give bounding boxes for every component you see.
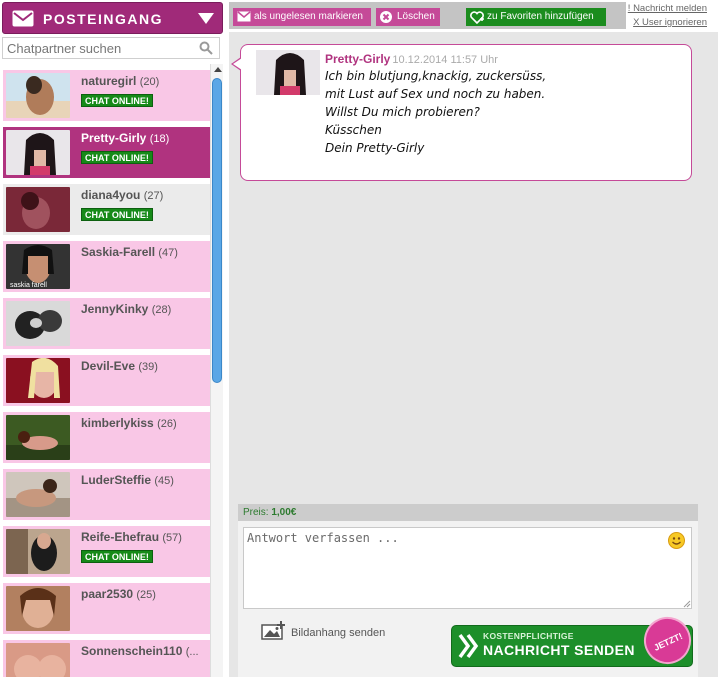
reply-textarea[interactable]	[243, 527, 692, 609]
envelope-icon	[237, 11, 251, 22]
mark-unread-label: als ungelesen markieren	[254, 11, 363, 22]
message-line: mit Lust auf Sex und noch zu haben.	[325, 87, 546, 101]
contact-name: JennyKinky (28)	[81, 302, 172, 316]
price-value: 1,00€	[271, 507, 297, 518]
online-badge: CHAT ONLINE!	[81, 208, 153, 221]
message-text: Ich bin blutjung,knackig, zuckersüss, mi…	[325, 67, 685, 157]
online-badge: CHAT ONLINE!	[81, 151, 153, 164]
contact-item[interactable]: LuderSteffie (45)	[3, 469, 210, 523]
contact-name: Pretty-Girly (18)	[81, 131, 170, 145]
contact-photo	[6, 358, 70, 403]
contact-name: Sonnenschein110 (...	[81, 644, 199, 658]
contact-item[interactable]: saskia farell Saskia-Farell (47)	[3, 241, 210, 295]
message-line: Küsschen	[325, 123, 382, 137]
smiley-icon[interactable]	[668, 532, 685, 549]
contact-photo	[6, 586, 70, 631]
contact-item[interactable]: diana4you (27) CHAT ONLINE!	[3, 184, 210, 238]
message-line: Ich bin blutjung,knackig, zuckersüss,	[325, 69, 547, 83]
chevron-down-icon[interactable]	[198, 13, 214, 24]
message-line: Willst Du mich probieren?	[325, 105, 480, 119]
inbox-header[interactable]: POSTEINGANG	[2, 2, 223, 34]
contact-name: kimberlykiss (26)	[81, 416, 177, 430]
inbox-title: POSTEINGANG	[43, 11, 163, 27]
contact-item[interactable]: Devil-Eve (39)	[3, 355, 210, 409]
contact-name: diana4you (27)	[81, 188, 164, 202]
bubble-tail-inner	[233, 58, 242, 70]
scrollbar-thumb[interactable]	[212, 78, 222, 383]
contact-name: naturegirl (20)	[81, 74, 160, 88]
contact-photo	[6, 73, 70, 118]
contact-photo	[6, 472, 70, 517]
add-favorite-label: zu Favoriten hinzufügen	[487, 11, 594, 22]
delete-label: Löschen	[397, 11, 435, 22]
price-label: Preis:	[243, 507, 269, 518]
toolbar-bar: als ungelesen markieren Löschen zu Favor…	[229, 2, 626, 29]
message-sender[interactable]: Pretty-Girly 10.12.2014 11:57 Uhr	[325, 52, 498, 66]
message-area: Pretty-Girly 10.12.2014 11:57 Uhr Ich bin…	[229, 34, 710, 504]
search-icon[interactable]	[199, 41, 213, 55]
contact-item[interactable]: Sonnenschein110 (...	[3, 640, 210, 677]
contact-list-scrollbar[interactable]	[210, 64, 223, 677]
message-toolbar: als ungelesen markieren Löschen zu Favor…	[229, 0, 718, 32]
envelope-icon	[12, 10, 34, 27]
contact-list: naturegirl (20) CHAT ONLINE! Pretty-Girl…	[3, 70, 210, 677]
sender-avatar[interactable]	[256, 50, 320, 95]
online-badge: CHAT ONLINE!	[81, 550, 153, 563]
contact-name: Devil-Eve (39)	[81, 359, 158, 373]
contact-item[interactable]: JennyKinky (28)	[3, 298, 210, 352]
contact-photo	[6, 643, 70, 677]
close-icon	[380, 11, 392, 23]
left-panel: POSTEINGANG naturegirl (20) CHAT ONLINE!	[0, 0, 226, 677]
conversation-panel: als ungelesen markieren Löschen zu Favor…	[229, 0, 718, 677]
contact-item[interactable]: paar2530 (25)	[3, 583, 210, 637]
contact-photo	[6, 415, 70, 460]
contact-item[interactable]: kimberlykiss (26)	[3, 412, 210, 466]
attach-image-label[interactable]: Bildanhang senden	[291, 627, 385, 639]
send-button-label: NACHRICHT SENDEN	[483, 642, 635, 658]
resize-grip-icon[interactable]	[682, 599, 691, 608]
online-badge: CHAT ONLINE!	[81, 94, 153, 107]
message-bubble: Pretty-Girly 10.12.2014 11:57 Uhr Ich bin…	[231, 44, 692, 181]
search-input[interactable]	[3, 38, 188, 58]
add-favorite-button[interactable]: zu Favoriten hinzufügen	[466, 8, 606, 26]
contact-item[interactable]: naturegirl (20) CHAT ONLINE!	[3, 70, 210, 124]
contact-photo	[6, 130, 70, 175]
mark-unread-button[interactable]: als ungelesen markieren	[233, 8, 371, 26]
contact-photo	[6, 529, 70, 574]
search-box	[2, 37, 220, 59]
contact-name: Saskia-Farell (47)	[81, 245, 178, 259]
thumb-caption: saskia farell	[10, 282, 47, 289]
heart-plus-icon	[470, 11, 484, 24]
contact-photo	[6, 187, 70, 232]
delete-button[interactable]: Löschen	[376, 8, 440, 26]
double-chevron-right-icon	[458, 633, 479, 659]
message-timestamp: 10.12.2014 11:57 Uhr	[392, 54, 498, 66]
image-attachment-icon[interactable]	[260, 619, 288, 641]
contact-name: Reife-Ehefrau (57)	[81, 530, 182, 544]
report-message-link[interactable]: ! Nachricht melden	[628, 3, 707, 14]
contact-name: paar2530 (25)	[81, 587, 156, 601]
price-bar: Preis: 1,00€	[238, 504, 698, 521]
message-line: Dein Pretty-Girly	[325, 141, 425, 155]
contact-item-active[interactable]: Pretty-Girly (18) CHAT ONLINE!	[3, 127, 210, 181]
contact-photo	[6, 301, 70, 346]
reply-composer: Bildanhang senden KOSTENPFLICHTIGE NACHR…	[238, 521, 699, 677]
send-button-subtitle: KOSTENPFLICHTIGE	[483, 631, 574, 641]
contact-item[interactable]: Reife-Ehefrau (57) CHAT ONLINE!	[3, 526, 210, 580]
scroll-up-arrow-icon[interactable]	[214, 67, 222, 72]
contact-photo: saskia farell	[6, 244, 70, 289]
ignore-user-link[interactable]: X User ignorieren	[633, 17, 707, 28]
contact-name: LuderSteffie (45)	[81, 473, 174, 487]
